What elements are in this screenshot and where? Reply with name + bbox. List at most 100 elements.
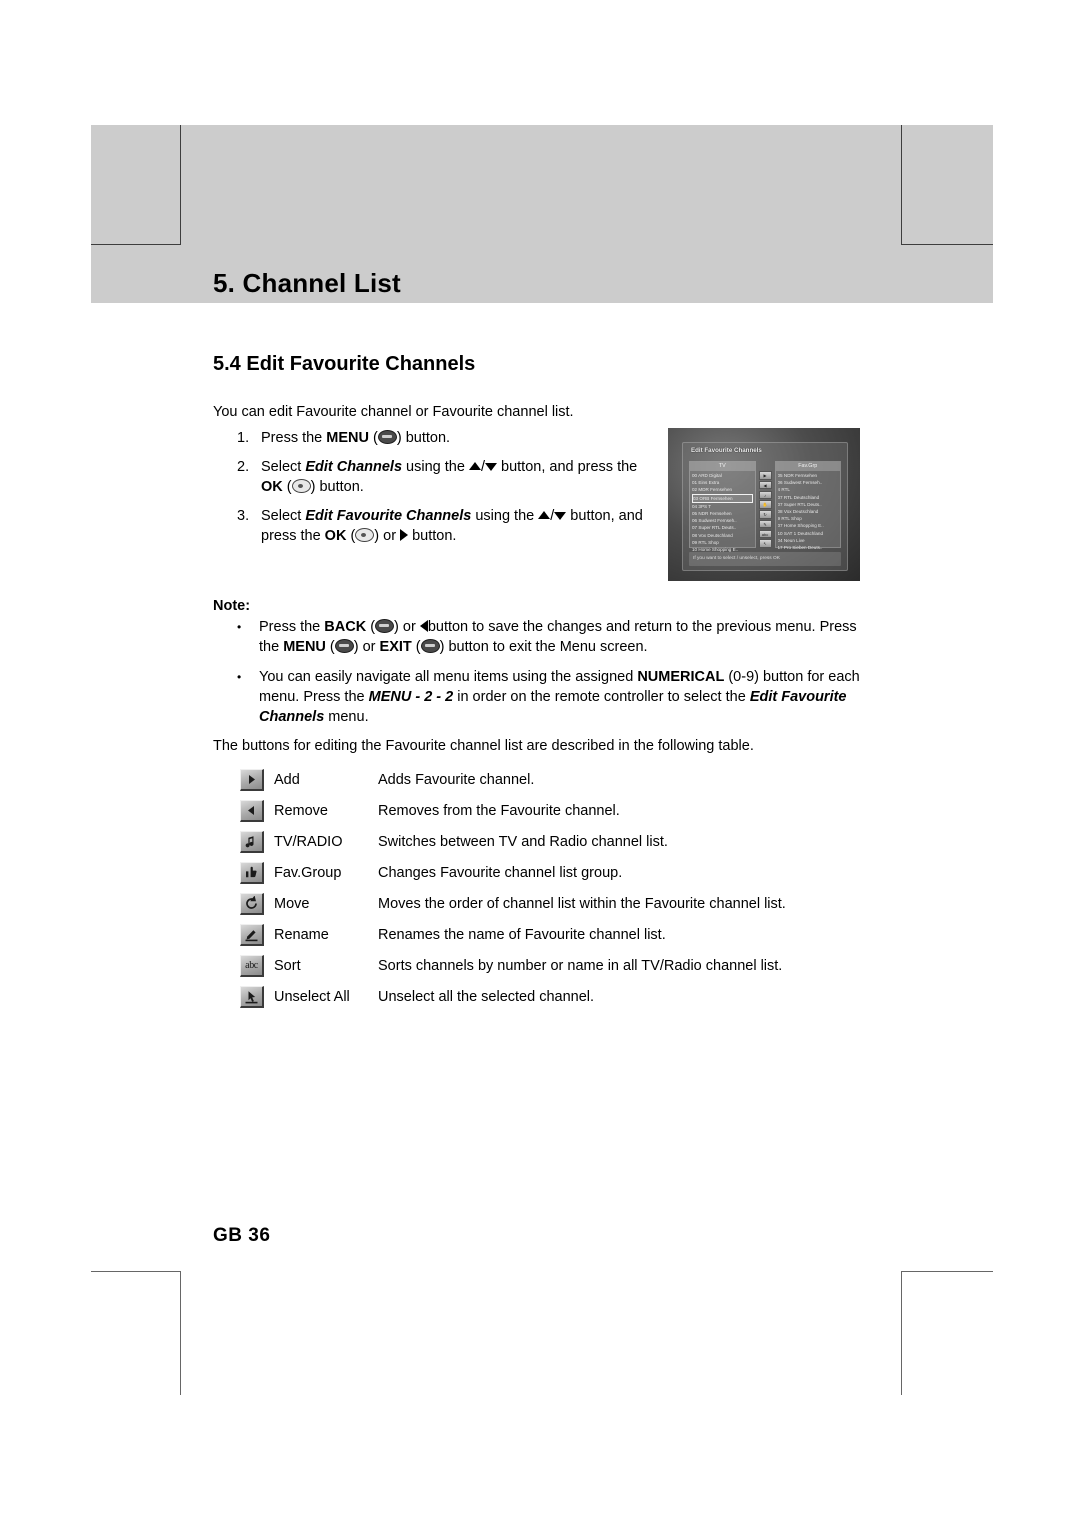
tv-channel-row: 17 Pro Sieben Deuts.. (777, 545, 823, 551)
tv-channel-row: 00 ARD Digital (692, 473, 722, 478)
tv-channel-row: 05 NDR Fernsehen (777, 473, 818, 478)
tv-middle-button: ↖ (758, 539, 772, 548)
table-row-icon-cell (240, 768, 274, 791)
tv-channel-row: 4 RTL (777, 487, 790, 493)
table-row: Add Adds Favourite channel. (240, 764, 880, 795)
table-row-description: Unselect all the selected channel. (378, 988, 595, 1005)
tv-left-column-header: TV (690, 462, 755, 471)
crop-mark-top-left (91, 125, 181, 245)
tv-channel-row: 10 SAT 1 Deutschland (777, 530, 824, 536)
table-row-description: Changes Favourite channel list group. (378, 864, 623, 881)
right-arrow-icon (400, 529, 409, 541)
tv-channel-row: 08 Vox Deutschland (692, 532, 733, 538)
table-row: Fav.Group Changes Favourite channel list … (240, 857, 880, 888)
tv-channel-row: 05 NDR Fernsehen (692, 511, 732, 517)
tv-channel-row: 07 Super RTL Deuts.. (692, 525, 737, 531)
note-bullet: • (237, 620, 242, 634)
step-item: 1. Press the MENU () button. (237, 428, 657, 448)
tv-channel-row: 06 Sudwest Fernseh.. (777, 480, 823, 486)
tv-channel-row: 06 Sudwest Fernseh.. (692, 518, 737, 524)
note-text: Press the BACK () or button to save the … (259, 619, 857, 655)
menu-button-icon (334, 639, 354, 653)
tv-menu-panel: Edit Favourite Channels TV 00 ARD Digita… (682, 442, 848, 571)
table-row-description: Adds Favourite channel. (378, 771, 535, 788)
note-label: Note: (213, 598, 251, 614)
tv-left-channel-list: 00 ARD Digital 01 Eins Extra 02 MDR Fernse… (690, 471, 755, 554)
refresh-cycle-key-icon (240, 892, 264, 915)
table-row: abc Sort Sorts channels by number or name … (240, 950, 880, 981)
down-arrow-icon (484, 463, 497, 471)
down-arrow-icon (554, 512, 567, 520)
tv-channel-row: 01 Eins Extra (692, 480, 720, 486)
table-row-label: Sort (274, 957, 301, 974)
table-row-label: Remove (274, 802, 328, 819)
table-intro: The buttons for editing the Favourite ch… (213, 738, 754, 754)
step-item: 3. Select Edit Favourite Channels using t… (237, 506, 657, 546)
table-row-description: Switches between TV and Radio channel li… (378, 833, 668, 850)
tv-channel-row: 04 Neun Live (777, 537, 805, 543)
section-title: 5.4 Edit Favourite Channels (213, 353, 476, 375)
tv-middle-button: ↻ (758, 510, 772, 519)
crop-mark-bottom-right (901, 1271, 993, 1395)
thumbs-up-key-icon (240, 861, 264, 884)
tv-channel-row: 07 RTL Deutschland (777, 494, 820, 500)
tv-middle-button: ✎ (758, 519, 772, 529)
table-row: Remove Removes from the Favourite channel… (240, 795, 880, 826)
table-row-label: Unselect All (274, 988, 350, 1005)
abc-glyph: abc (245, 959, 258, 971)
numbered-steps: 1. Press the MENU () button. 2. Select Edit… (237, 428, 657, 555)
table-row-icon-cell (240, 830, 274, 853)
table-row-icon-cell (240, 985, 274, 1008)
table-row: TV/RADIO Switches between TV and Radio ch… (240, 826, 880, 857)
manual-page: 5. Channel List 5.4 Edit Favourite Chann… (0, 0, 1080, 1528)
tv-status-bar: If you want to select / unselect, press … (689, 552, 841, 566)
table-row-label: Move (274, 895, 310, 912)
cursor-key-icon (240, 985, 264, 1008)
step-text: Select Edit Channels using the / button,… (261, 459, 638, 495)
tv-channel-row: 02 MDR Fernsehen (692, 487, 733, 493)
tv-channel-row: 07 Home Shopping E.. (777, 523, 824, 529)
ok-button-icon (291, 479, 311, 493)
note-item: • Press the BACK () or button to save the… (237, 617, 877, 657)
tv-columns: TV 00 ARD Digital 01 Eins Extra 02 MDR Fer… (689, 461, 841, 552)
table-row-icon-cell: abc (240, 954, 274, 977)
music-note-key-icon (240, 830, 264, 853)
crop-mark-top-right (901, 125, 993, 245)
note-item: • You can easily navigate all menu items … (237, 667, 877, 727)
step-number: 1. (237, 430, 250, 446)
step-text: Press the MENU () button. (261, 430, 451, 446)
crop-mark-bottom-left (91, 1271, 181, 1395)
table-row-description: Moves the order of channel list within t… (378, 895, 786, 912)
tv-middle-button: ✋ (758, 500, 772, 509)
menu-button-icon (377, 430, 397, 444)
table-row: Rename Renames the name of Favourite chan… (240, 919, 880, 950)
note-text: You can easily navigate all menu items u… (259, 669, 860, 725)
left-arrow-key-icon (240, 799, 264, 822)
step-number: 2. (237, 459, 250, 475)
table-row-description: Renames the name of Favourite channel li… (378, 926, 666, 943)
table-row-icon-cell (240, 861, 274, 884)
table-row: Move Moves the order of channel list with… (240, 888, 880, 919)
pencil-key-icon (240, 923, 264, 946)
tv-channel-row: 08 Vox Deutschland (777, 509, 819, 515)
right-arrow-key-icon (240, 768, 264, 791)
table-row-icon-cell (240, 799, 274, 822)
table-row-icon-cell (240, 923, 274, 946)
left-arrow-icon (419, 620, 428, 632)
back-button-icon (375, 619, 395, 633)
tv-menu-title: Edit Favourite Channels (691, 447, 762, 454)
button-description-table: Add Adds Favourite channel. Remove Removes … (240, 764, 880, 1012)
table-row: Unselect All Unselect all the selected ch… (240, 981, 880, 1012)
tv-right-channel-list: 05 NDR Fernsehen 06 Sudwest Fernseh.. 4 RT… (776, 471, 841, 552)
tv-middle-button: abc (758, 529, 772, 539)
tv-channel-row: 04 3PS T (692, 503, 712, 509)
tv-right-column: Fav.Grp 05 NDR Fernsehen 06 Sudwest Ferns… (774, 461, 841, 550)
tv-channel-row: 03 ORB Fernsehen (692, 493, 753, 503)
tv-channel-row: 09 RTL Shop (692, 539, 719, 545)
table-row-description: Sorts channels by number or name in all … (378, 957, 783, 974)
step-item: 2. Select Edit Channels using the / butto… (237, 457, 657, 497)
tv-screenshot-figure: Edit Favourite Channels TV 00 ARD Digita… (668, 428, 860, 581)
tv-middle-button-strip: ▶ ◀ ♪ ✋ ↻ ✎ abc ↖ (758, 461, 772, 548)
chapter-title: 5. Channel List (213, 268, 401, 298)
intro-paragraph: You can edit Favourite channel or Favour… (213, 404, 574, 420)
